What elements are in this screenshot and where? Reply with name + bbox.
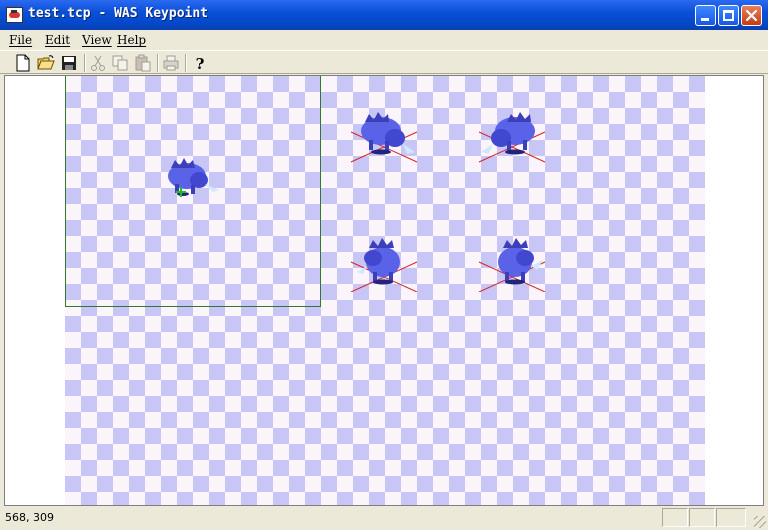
- help-icon[interactable]: ?: [191, 54, 209, 72]
- boar-sprite: [498, 238, 543, 285]
- maximize-button[interactable]: [718, 5, 739, 26]
- paste-icon[interactable]: [134, 54, 152, 72]
- resize-grip[interactable]: [754, 516, 766, 528]
- minimize-button[interactable]: [695, 5, 716, 26]
- menu-view[interactable]: View: [82, 33, 112, 47]
- sprite-selected[interactable]: [153, 154, 233, 214]
- maximize-icon: [723, 10, 734, 21]
- status-bar: 568, 309: [0, 506, 768, 530]
- toolbar-separator: [185, 54, 187, 72]
- new-document-icon[interactable]: [14, 54, 32, 72]
- boar-sprite: [357, 238, 400, 285]
- boar-sprite: [481, 112, 535, 155]
- copy-icon[interactable]: [111, 54, 129, 72]
- canvas-area[interactable]: [4, 75, 764, 506]
- toolbar-separator: [84, 54, 86, 72]
- boar-sprite: [168, 158, 219, 196]
- toolbar: ?: [0, 50, 768, 74]
- status-pane-1: [662, 508, 688, 527]
- app-icon[interactable]: [6, 7, 23, 23]
- save-icon[interactable]: [60, 54, 78, 72]
- menu-file[interactable]: File: [9, 33, 32, 47]
- cursor-coordinates: 568, 309: [5, 511, 54, 524]
- sprite-frame-1[interactable]: [345, 106, 425, 166]
- toolbar-separator: [157, 54, 159, 72]
- status-pane-2: [689, 508, 715, 527]
- close-icon: [745, 9, 758, 22]
- sprite-frame-4[interactable]: [473, 232, 553, 292]
- cut-icon[interactable]: [89, 54, 107, 72]
- sprite-frame-3[interactable]: [345, 232, 425, 292]
- title-bar[interactable]: test.tcp - WAS Keypoint: [0, 0, 768, 30]
- minimize-icon: [701, 18, 709, 21]
- svg-text:?: ?: [196, 55, 205, 72]
- menu-edit[interactable]: Edit: [45, 33, 70, 47]
- status-pane-3: [716, 508, 746, 527]
- sprite-frame-2[interactable]: [473, 106, 553, 166]
- close-button[interactable]: [741, 5, 762, 26]
- menu-bar: File Edit View Help: [0, 30, 768, 50]
- app-window: test.tcp - WAS Keypoint File Edit View H…: [0, 0, 768, 530]
- print-icon[interactable]: [162, 54, 180, 72]
- window-title: test.tcp - WAS Keypoint: [28, 6, 209, 21]
- boar-sprite: [361, 112, 415, 155]
- menu-help[interactable]: Help: [117, 33, 146, 47]
- open-folder-icon[interactable]: [37, 54, 55, 72]
